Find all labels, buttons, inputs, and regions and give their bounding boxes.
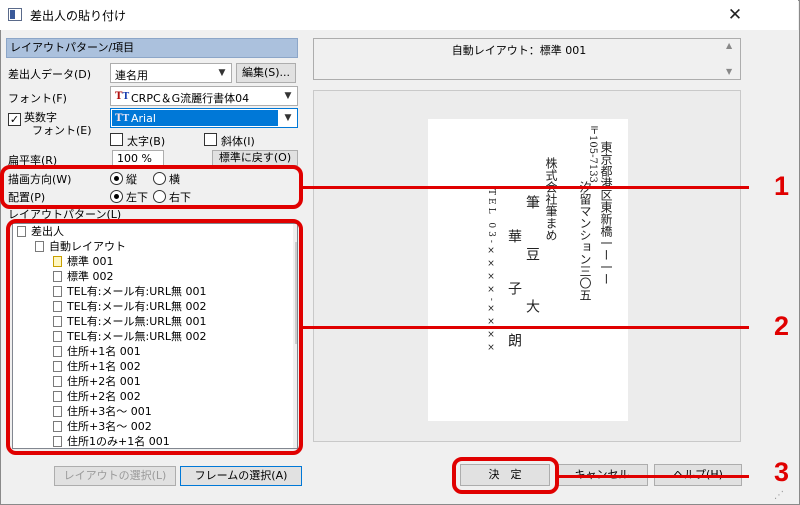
annotation-box-2: [6, 219, 303, 455]
preview-title: 自動レイアウト：標準 001: [451, 44, 587, 57]
annotation-number-2: 2: [774, 311, 790, 341]
sender-data-value: 連名用: [115, 69, 148, 82]
flatten-value: 100 %: [117, 152, 152, 165]
annotation-box-1: [0, 165, 303, 209]
bold-checkbox[interactable]: [110, 133, 123, 146]
scroll-down-icon[interactable]: ▼: [726, 67, 732, 76]
select-frame-button[interactable]: フレームの選択(A): [180, 466, 302, 486]
sender-data-select[interactable]: 連名用 ▼: [110, 63, 232, 83]
annotation-box-3: [452, 457, 559, 494]
postcard-preview: 〒105-7133 東京都港区東新橋一ー一ー 汐留マンション三〇五 株式会社筆ま…: [428, 119, 628, 421]
chevron-down-icon: ▼: [218, 68, 226, 78]
preview-header: 自動レイアウト：標準 001 ▲ ▼: [313, 38, 741, 80]
edit-sender-button[interactable]: 編集(S)...: [236, 63, 296, 83]
scroll-up-icon[interactable]: ▲: [726, 41, 732, 50]
sender-name-1: 筆 豆 大: [524, 195, 540, 325]
alnum-font-label-2: フォント(E): [32, 124, 92, 137]
italic-checkbox[interactable]: [204, 133, 217, 146]
section-header: レイアウトパターン/項目: [6, 38, 298, 58]
select-layout-button[interactable]: レイアウトの選択(L): [54, 466, 176, 486]
annotation-line-1: [303, 186, 749, 189]
address-line-1: 東京都港区東新橋一ー一ー: [599, 141, 613, 285]
truetype-font-icon: TT: [115, 91, 130, 102]
font-value: CRPC＆G流麗行書体04: [131, 92, 250, 105]
alnum-font-value: Arial: [131, 112, 156, 125]
bold-label: 太字(B): [127, 135, 166, 148]
annotation-number-1: 1: [774, 171, 790, 201]
resize-grip-icon[interactable]: ⋰: [774, 490, 784, 501]
telephone: TEL 03-××××-××××: [486, 189, 496, 356]
alnum-font-checkbox[interactable]: ✓: [8, 113, 21, 126]
annotation-number-3: 3: [774, 457, 790, 487]
chevron-down-icon: ▼: [284, 113, 292, 123]
address-line-2: 汐留マンション三〇五: [578, 181, 592, 301]
font-label: フォント(F): [8, 92, 67, 105]
window-title: 差出人の貼り付け: [30, 9, 127, 23]
title-bar: 差出人の貼り付け ✕: [0, 0, 798, 30]
alnum-font-select[interactable]: TT Arial ▼: [110, 108, 298, 128]
annotation-line-2: [303, 326, 749, 329]
preview-area: 〒105-7133 東京都港区東新橋一ー一ー 汐留マンション三〇五 株式会社筆ま…: [313, 90, 741, 442]
annotation-line-3: [559, 475, 749, 478]
app-icon: [8, 8, 22, 21]
sender-data-label: 差出人データ(D): [8, 68, 92, 81]
reset-flatten-button[interactable]: 標準に戻す(O): [212, 150, 298, 166]
font-select[interactable]: TT CRPC＆G流麗行書体04 ▼: [110, 86, 298, 106]
chevron-down-icon: ▼: [284, 91, 292, 101]
close-button[interactable]: ✕: [722, 2, 748, 28]
company-name: 株式会社筆まめ: [544, 157, 558, 241]
flatten-spinner[interactable]: 100 %: [112, 150, 164, 166]
italic-label: 斜体(I): [221, 135, 255, 148]
sender-name-2: 華 子 朗: [506, 229, 522, 359]
truetype-font-icon: TT: [115, 113, 130, 124]
